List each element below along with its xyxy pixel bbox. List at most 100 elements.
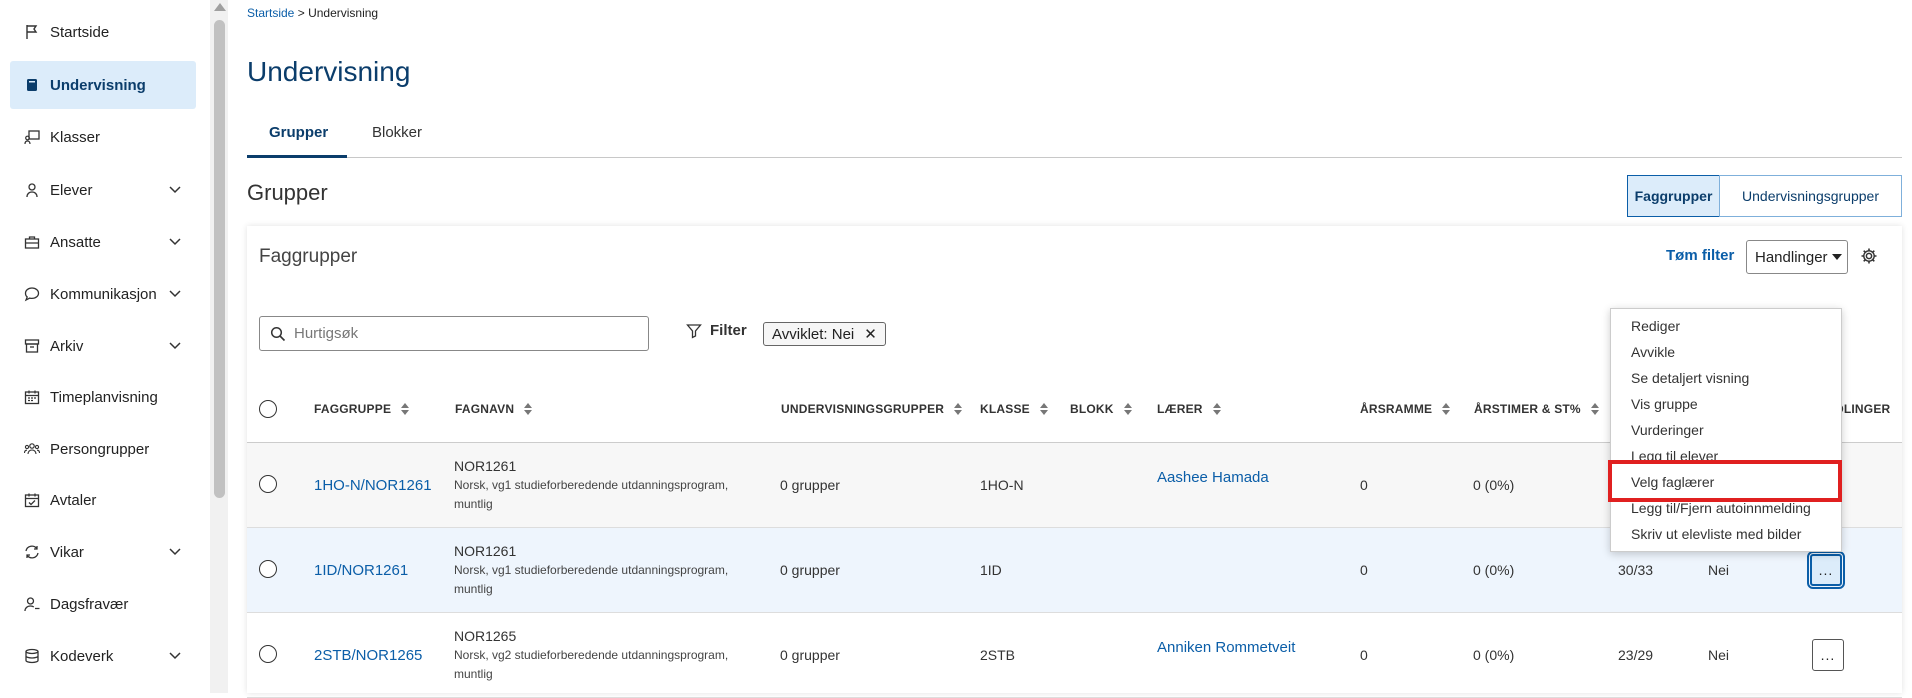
column-header-handlinger[interactable]: DLINGER [1835, 402, 1890, 416]
gear-icon[interactable] [1860, 247, 1878, 265]
scrollbar-thumb[interactable] [214, 20, 225, 498]
faggruppe-link[interactable]: 1ID/NOR1261 [314, 562, 408, 579]
sidebar-item-undervisning[interactable]: Undervisning [10, 61, 196, 109]
column-header-faggruppe[interactable]: FAGGRUPPE [314, 402, 410, 416]
row-actions-button[interactable]: ... [1812, 639, 1844, 671]
sidebar-item-label: Klasser [50, 128, 101, 146]
fag-code: NOR1265 [454, 628, 517, 644]
menu-item-skriv-ut-elevliste[interactable]: Skriv ut elevliste med bilder [1631, 526, 1801, 542]
menu-item-rediger[interactable]: Rediger [1631, 318, 1680, 334]
column-header-arstimer[interactable]: ÅRSTIMER & ST% [1474, 402, 1599, 416]
select-all-checkbox[interactable] [259, 400, 277, 418]
menu-item-legg-til-fjern-autoinnmelding[interactable]: Legg til/Fjern autoinnmelding [1631, 500, 1811, 516]
column-header-label: KLASSE [980, 402, 1030, 416]
toggle-faggrupper-button[interactable]: Faggrupper [1627, 175, 1720, 217]
sidebar-item-vikar[interactable]: Vikar [10, 528, 196, 576]
menu-item-avvikle[interactable]: Avvikle [1631, 344, 1675, 360]
sidebar-item-label: Dagsfravær [50, 595, 129, 613]
count-value: 30/33 [1618, 562, 1654, 578]
row-checkbox[interactable] [259, 560, 277, 578]
column-header-label: ÅRSTIMER & ST% [1474, 402, 1581, 416]
active-tab-indicator [247, 155, 347, 158]
clear-filter-link[interactable]: Tøm filter [1666, 247, 1734, 264]
fag-description: Norsk, vg1 studieforberedende utdannings… [454, 478, 729, 511]
section-title: Grupper [247, 180, 328, 205]
sidebar-item-ansatte[interactable]: Ansatte [10, 218, 196, 266]
sort-icon[interactable] [1590, 403, 1599, 415]
klasse-value: 2STB [980, 647, 1016, 663]
column-header-blokk[interactable]: BLOKK [1070, 402, 1132, 416]
fag-description: Norsk, vg1 studieforberedende utdannings… [454, 563, 729, 596]
column-header-laerer[interactable]: LÆRER [1157, 402, 1221, 416]
sidebar-item-kodeverk[interactable]: Kodeverk [10, 632, 196, 680]
table-row[interactable]: 2STB/NOR1265 NOR1265 Norsk, vg2 studiefo… [247, 613, 1902, 698]
menu-item-se-detaljert-visning[interactable]: Se detaljert visning [1631, 370, 1749, 386]
search-input[interactable]: Hurtigsøk [259, 316, 649, 351]
faggruppe-link[interactable]: 1HO-N/NOR1261 [314, 477, 432, 494]
column-header-klasse[interactable]: KLASSE [980, 402, 1048, 416]
column-header-label: LÆRER [1157, 402, 1203, 416]
row-checkbox[interactable] [259, 475, 277, 493]
sidebar-item-timeplanvisning[interactable]: Timeplanvisning [10, 373, 196, 421]
sidebar-item-startside[interactable]: Startside [10, 8, 196, 56]
laerer-link[interactable]: Anniken Rommetveit [1157, 639, 1295, 656]
arstimer-value: 0 (0%) [1473, 562, 1515, 578]
klasse-value: 1HO-N [980, 477, 1024, 493]
sort-icon[interactable] [524, 403, 533, 415]
faggruppe-link[interactable]: 2STB/NOR1265 [314, 647, 422, 664]
calendar-icon [24, 389, 40, 405]
sidebar-item-label: Undervisning [50, 76, 146, 94]
row-actions-menu: Rediger Avvikle Se detaljert visning Vis… [1610, 308, 1842, 552]
row-actions-button[interactable]: ... [1807, 551, 1845, 589]
sidebar-item-klasser[interactable]: Klasser [10, 113, 196, 161]
filter-button[interactable]: Filter [686, 322, 747, 339]
fag-code: NOR1261 [454, 543, 517, 559]
tab-blokker[interactable]: Blokker [372, 124, 422, 141]
sidebar-item-arkiv[interactable]: Arkiv [10, 322, 196, 370]
student-icon [24, 182, 40, 198]
sort-icon[interactable] [1123, 403, 1132, 415]
column-header-undervisningsgrupper[interactable]: UNDERVISNINGSGRUPPER [781, 402, 963, 416]
card-title: Faggrupper [259, 246, 358, 267]
menu-item-vurderinger[interactable]: Vurderinger [1631, 422, 1704, 438]
sidebar-item-kommunikasjon[interactable]: Kommunikasjon [10, 270, 196, 318]
fag-code: NOR1261 [454, 458, 517, 474]
sidebar-item-dagsfravaer[interactable]: Dagsfravær [10, 580, 196, 628]
calendar-check-icon [24, 492, 40, 508]
undervisningsgrupper-value: 0 grupper [780, 477, 840, 493]
arsramme-value: 0 [1360, 477, 1368, 493]
fag-description: Norsk, vg2 studieforberedende utdannings… [454, 648, 729, 681]
close-icon[interactable]: ✕ [864, 325, 877, 343]
row-checkbox[interactable] [259, 645, 277, 663]
sidebar-item-label: Timeplanvisning [50, 388, 158, 406]
arstimer-value: 0 (0%) [1473, 647, 1515, 663]
klasse-value: 1ID [980, 562, 1002, 578]
column-header-arsramme[interactable]: ÅRSRAMME [1360, 402, 1451, 416]
sort-icon[interactable] [1039, 403, 1048, 415]
scroll-up-arrow-icon[interactable] [214, 3, 226, 11]
actions-dropdown-button[interactable]: Handlinger [1746, 240, 1848, 274]
breadcrumb-current: Undervisning [308, 6, 379, 20]
column-header-label: UNDERVISNINGSGRUPPER [781, 402, 945, 416]
swap-icon [24, 544, 40, 560]
count-value: 23/29 [1618, 647, 1654, 663]
toggle-undervisningsgrupper-button[interactable]: Undervisningsgrupper [1719, 175, 1902, 217]
tab-grupper[interactable]: Grupper [269, 124, 328, 141]
breadcrumb-home-link[interactable]: Startside [247, 6, 294, 20]
status-value: Nei [1708, 562, 1730, 578]
column-header-fagnavn[interactable]: FAGNAVN [455, 402, 533, 416]
sort-icon[interactable] [1212, 403, 1221, 415]
sort-icon[interactable] [1442, 403, 1451, 415]
briefcase-icon [24, 234, 40, 250]
search-icon [270, 326, 286, 341]
sidebar-scrollbar[interactable] [210, 0, 228, 693]
sidebar-item-persongrupper[interactable]: Persongrupper [10, 425, 196, 473]
sort-icon[interactable] [401, 403, 410, 415]
sidebar-item-elever[interactable]: Elever [10, 166, 196, 214]
sort-icon[interactable] [954, 403, 963, 415]
chat-icon [24, 286, 40, 302]
column-header-label: BLOKK [1070, 402, 1114, 416]
sidebar-item-avtaler[interactable]: Avtaler [10, 476, 196, 524]
menu-item-vis-gruppe[interactable]: Vis gruppe [1631, 396, 1698, 412]
laerer-link[interactable]: Aashee Hamada [1157, 469, 1269, 486]
